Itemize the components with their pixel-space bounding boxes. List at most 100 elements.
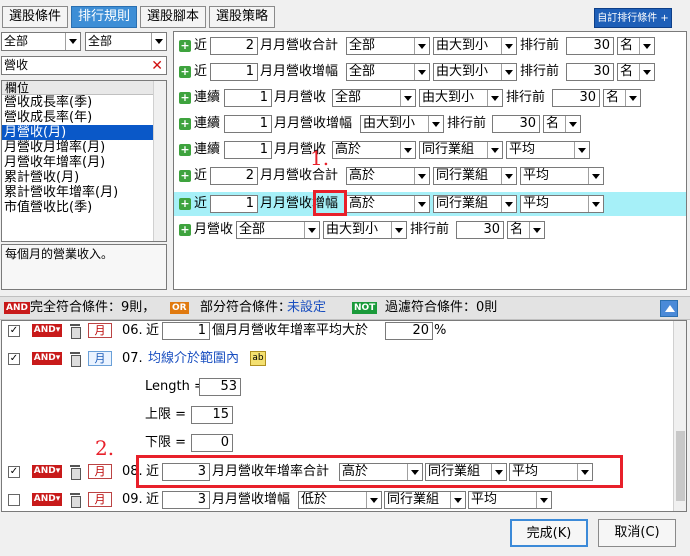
category-combo-1[interactable]: 全部	[1, 32, 81, 51]
rank-input[interactable]: 30	[566, 63, 614, 81]
rank-input[interactable]: 30	[456, 221, 504, 239]
stat-select[interactable]: 平均	[520, 167, 604, 185]
and-dropdown[interactable]: AND▾	[32, 352, 62, 365]
custom-rank-button[interactable]: 自訂排行條件 +	[594, 8, 672, 28]
condition-row[interactable]: AND▾ 月 09. 近 3 月月營收增幅 低於 同行業組 平均	[2, 489, 674, 511]
order-select[interactable]: 由大到小	[433, 37, 517, 55]
field-search-input[interactable]: 營收 ✕	[1, 56, 167, 75]
stat-select[interactable]: 平均	[468, 491, 552, 509]
and-dropdown[interactable]: AND▾	[32, 465, 62, 478]
and-dropdown[interactable]: AND▾	[32, 324, 62, 337]
condition-value-input[interactable]: 20	[385, 322, 433, 340]
rule-prefix: 近	[194, 168, 208, 183]
scope-select[interactable]: 全部	[346, 63, 430, 81]
scope-select[interactable]: 全部	[332, 89, 416, 107]
compare-select[interactable]: 高於	[332, 141, 416, 159]
group-select[interactable]: 同行業組	[419, 141, 503, 159]
add-icon[interactable]: +	[179, 198, 191, 210]
stat-select[interactable]: 平均	[506, 141, 590, 159]
list-item[interactable]: 市值營收比(季)	[2, 200, 166, 215]
condition-row[interactable]: ✓ AND▾ 月 06. 近 1 個月月營收年增率平均大於 20 %	[2, 321, 674, 341]
unit-select[interactable]: 名	[507, 221, 545, 239]
trash-icon[interactable]	[70, 352, 81, 367]
group-select[interactable]: 同行業組	[384, 491, 466, 509]
rank-input[interactable]: 30	[566, 37, 614, 55]
unit-select[interactable]: 名	[617, 63, 655, 81]
condition-num-input[interactable]: 3	[162, 491, 210, 509]
month-badge[interactable]: 月	[88, 323, 112, 338]
rank-input[interactable]: 30	[552, 89, 600, 107]
add-icon[interactable]: +	[179, 144, 191, 156]
compare-select[interactable]: 高於	[346, 195, 430, 213]
collapse-up-button[interactable]	[660, 300, 678, 317]
add-icon[interactable]: +	[179, 224, 191, 236]
unit-select[interactable]: 名	[603, 89, 641, 107]
condition-checkbox[interactable]: ✓	[8, 325, 20, 337]
condition-checkbox[interactable]	[8, 494, 20, 506]
and-dropdown[interactable]: AND▾	[32, 493, 62, 506]
compare-select[interactable]: 高於	[346, 167, 430, 185]
order-select[interactable]: 由大到小	[433, 63, 517, 81]
group-select[interactable]: 同行業組	[433, 167, 517, 185]
trash-icon[interactable]	[70, 324, 81, 339]
rank-input[interactable]: 30	[492, 115, 540, 133]
list-item[interactable]: 營收成長率(年)	[2, 110, 166, 125]
month-badge[interactable]: 月	[88, 464, 112, 479]
cancel-button[interactable]: 取消(C)	[598, 519, 676, 547]
category-combo-2[interactable]: 全部	[85, 32, 167, 51]
annotation-one: 1.	[310, 146, 330, 170]
trash-icon[interactable]	[70, 493, 81, 508]
rule-num-input[interactable]: 2	[210, 167, 258, 185]
trash-icon[interactable]	[70, 465, 81, 480]
order-select[interactable]: 由大到小	[419, 89, 503, 107]
add-icon[interactable]: +	[179, 92, 191, 104]
rule-num-input[interactable]: 2	[210, 37, 258, 55]
tab-stock-conditions[interactable]: 選股條件	[2, 6, 68, 28]
tab-stock-strategy[interactable]: 選股策略	[209, 6, 275, 28]
ok-button[interactable]: 完成(K)	[510, 519, 588, 547]
tab-ranking-rules[interactable]: 排行規則	[71, 6, 137, 28]
condition-scrollbar[interactable]	[673, 321, 686, 511]
rule-num-input[interactable]: 1	[224, 89, 272, 107]
rule-num-input[interactable]: 1	[210, 63, 258, 81]
condition-title[interactable]: 均線介於範圍內	[148, 351, 239, 367]
scope-select[interactable]: 全部	[236, 221, 320, 239]
month-badge[interactable]: 月	[88, 351, 112, 366]
month-badge[interactable]: 月	[88, 492, 112, 507]
condition-num-input[interactable]: 1	[162, 322, 210, 340]
group-select[interactable]: 同行業組	[433, 195, 517, 213]
list-item[interactable]: 累計營收(月)	[2, 170, 166, 185]
list-item[interactable]: 營收成長率(季)	[2, 95, 166, 110]
scope-select[interactable]: 全部	[346, 37, 430, 55]
add-icon[interactable]: +	[179, 40, 191, 52]
condition-checkbox[interactable]: ✓	[8, 353, 20, 365]
list-item[interactable]: 累計營收年增率(月)	[2, 185, 166, 200]
scroll-thumb[interactable]	[676, 431, 685, 501]
upper-input[interactable]: 15	[191, 406, 233, 424]
rule-num-input[interactable]: 1	[224, 115, 272, 133]
list-item-selected[interactable]: 月營收(月)	[2, 125, 166, 140]
order-select[interactable]: 由大到小	[360, 115, 444, 133]
stat-select[interactable]: 平均	[520, 195, 604, 213]
add-icon[interactable]: +	[179, 118, 191, 130]
list-item[interactable]: 月營收年增率(月)	[2, 155, 166, 170]
list-scrollbar[interactable]	[153, 81, 166, 241]
rule-num-input[interactable]: 1	[224, 141, 272, 159]
list-item[interactable]: 月營收月增率(月)	[2, 140, 166, 155]
lower-input[interactable]: 0	[191, 434, 233, 452]
add-icon[interactable]: +	[179, 66, 191, 78]
search-value: 營收	[4, 58, 29, 72]
unit-select[interactable]: 名	[543, 115, 581, 133]
script-icon[interactable]: ab	[250, 351, 266, 366]
unit-select[interactable]: 名	[617, 37, 655, 55]
condition-checkbox[interactable]: ✓	[8, 466, 20, 478]
clear-icon[interactable]: ✕	[151, 59, 163, 73]
rule-row-selected[interactable]: + 近 1 月月營收增幅 高於 同行業組 平均	[174, 192, 686, 216]
add-icon[interactable]: +	[179, 170, 191, 182]
order-select[interactable]: 由大到小	[323, 221, 407, 239]
field-listbox[interactable]: 欄位 營收成長率(季) 營收成長率(年) 月營收(月) 月營收月增率(月) 月營…	[1, 80, 167, 242]
tab-stock-script[interactable]: 選股腳本	[140, 6, 206, 28]
compare-select[interactable]: 低於	[298, 491, 382, 509]
length-input[interactable]: 53	[199, 378, 241, 396]
rule-num-input[interactable]: 1	[210, 195, 258, 213]
